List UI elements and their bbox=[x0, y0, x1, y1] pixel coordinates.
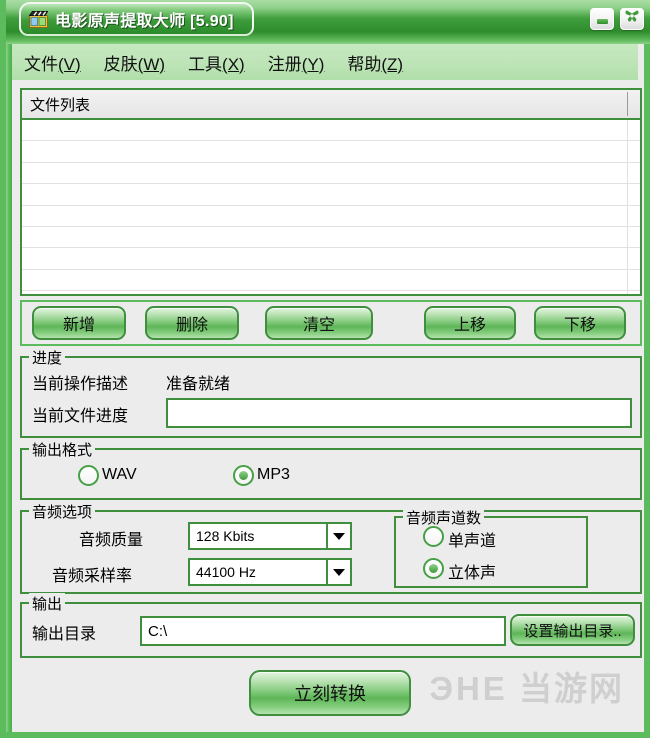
radio-mp3-label: MP3 bbox=[257, 466, 290, 483]
delete-button-label: 删除 bbox=[175, 317, 208, 334]
output-format-group: 输出格式 WAV MP3 bbox=[20, 439, 642, 500]
menu-item-register[interactable]: 注册(Y) bbox=[268, 48, 338, 77]
operation-description-value: 准备就绪 bbox=[166, 376, 231, 393]
audio-channels-group: 音频声道数 单声道 立体声 bbox=[394, 507, 588, 588]
move-down-button-label: 下移 bbox=[563, 317, 596, 334]
window-controls bbox=[590, 8, 644, 30]
list-action-toolbar: 新增 删除 清空 上移 下移 bbox=[20, 300, 642, 346]
audio-options-group: 音频选项 音频质量 128 Kbits 音频采样率 44100 Hz 音频声道数… bbox=[20, 501, 642, 594]
audio-samplerate-label: 音频采样率 bbox=[52, 568, 133, 585]
film-clapper-icon bbox=[28, 10, 49, 28]
chevron-down-icon[interactable] bbox=[326, 560, 350, 584]
convert-button[interactable]: 立刻转换 bbox=[249, 670, 411, 716]
close-icon bbox=[624, 9, 640, 29]
audio-channels-group-title: 音频声道数 bbox=[403, 507, 485, 528]
menu-accel-tools: (X) bbox=[222, 54, 245, 74]
audio-samplerate-select[interactable]: 44100 Hz bbox=[188, 558, 352, 586]
file-progress-label: 当前文件进度 bbox=[32, 408, 129, 425]
file-list[interactable]: 文件列表 bbox=[20, 88, 642, 296]
table-row[interactable] bbox=[22, 248, 640, 270]
audio-quality-label: 音频质量 bbox=[79, 532, 144, 549]
title-tab: 电影原声提取大师 [5.90] bbox=[19, 2, 254, 36]
menu-label-help: 帮助 bbox=[347, 54, 382, 74]
clear-button-label: 清空 bbox=[302, 317, 335, 334]
table-row[interactable] bbox=[22, 141, 640, 163]
radio-wav-label: WAV bbox=[102, 466, 137, 483]
main-content: 文件列表 新增 删除 清空 上移 下移 进度 当前操作描述 准备就绪 当前文件进… bbox=[12, 80, 642, 726]
audio-samplerate-value: 44100 Hz bbox=[196, 564, 256, 580]
menu-item-help[interactable]: 帮助(Z) bbox=[347, 48, 416, 77]
radio-mono[interactable] bbox=[423, 526, 444, 547]
close-button[interactable] bbox=[620, 8, 644, 30]
progress-group: 进度 当前操作描述 准备就绪 当前文件进度 bbox=[20, 347, 642, 438]
radio-stereo-label: 立体声 bbox=[448, 565, 497, 582]
application-window: 电影原声提取大师 [5.90] 文件(V) 皮肤(W) 工具(X) 注册(Y) … bbox=[0, 0, 650, 738]
output-dir-input[interactable]: C:\ bbox=[140, 616, 506, 646]
window-client: 文件(V) 皮肤(W) 工具(X) 注册(Y) 帮助(Z) 文件列表 新增 删除… bbox=[12, 44, 642, 726]
add-button[interactable]: 新增 bbox=[32, 306, 126, 340]
file-list-column-header: 文件列表 bbox=[30, 96, 91, 114]
menu-label-tools: 工具 bbox=[188, 54, 223, 74]
clear-button[interactable]: 清空 bbox=[265, 306, 373, 340]
menu-item-skin[interactable]: 皮肤(W) bbox=[104, 48, 178, 77]
convert-button-label: 立刻转换 bbox=[294, 684, 366, 704]
file-list-header: 文件列表 bbox=[22, 90, 640, 120]
title-bar: 电影原声提取大师 [5.90] bbox=[6, 0, 650, 44]
menu-label-register: 注册 bbox=[267, 54, 302, 74]
menu-item-tools[interactable]: 工具(X) bbox=[188, 48, 258, 77]
menu-accel-register: (Y) bbox=[301, 54, 325, 74]
radio-mp3[interactable] bbox=[233, 465, 254, 486]
watermark: ЭHE 当游网 bbox=[430, 662, 625, 710]
delete-button[interactable]: 删除 bbox=[145, 306, 239, 340]
radio-wav[interactable] bbox=[78, 465, 99, 486]
output-group-title: 输出 bbox=[29, 593, 66, 614]
watermark-site: 当游网 bbox=[519, 670, 624, 707]
table-row[interactable] bbox=[22, 270, 640, 292]
table-row[interactable] bbox=[22, 120, 640, 142]
column-resize-handle[interactable] bbox=[627, 92, 628, 116]
column-divider bbox=[627, 120, 628, 294]
table-row[interactable] bbox=[22, 184, 640, 206]
move-up-button[interactable]: 上移 bbox=[424, 306, 516, 340]
menu-accel-skin: (W) bbox=[137, 54, 166, 74]
move-down-button[interactable]: 下移 bbox=[534, 306, 626, 340]
progress-group-title: 进度 bbox=[29, 347, 66, 368]
table-row[interactable] bbox=[22, 206, 640, 227]
table-row[interactable] bbox=[22, 163, 640, 185]
audio-options-group-title: 音频选项 bbox=[29, 501, 96, 522]
watermark-brand: ЭHE bbox=[429, 670, 508, 707]
table-row[interactable] bbox=[22, 227, 640, 249]
minimize-button[interactable] bbox=[590, 8, 614, 30]
add-button-label: 新增 bbox=[62, 317, 95, 334]
audio-quality-select[interactable]: 128 Kbits bbox=[188, 522, 352, 550]
output-format-group-title: 输出格式 bbox=[29, 439, 96, 460]
window-title: 电影原声提取大师 [5.90] bbox=[55, 13, 234, 30]
operation-description-label: 当前操作描述 bbox=[32, 376, 129, 393]
move-up-button-label: 上移 bbox=[453, 317, 486, 334]
browse-output-dir-button[interactable]: 设置输出目录.. bbox=[510, 614, 635, 646]
file-progress-bar bbox=[166, 398, 632, 428]
menu-label-skin: 皮肤 bbox=[103, 54, 138, 74]
radio-stereo[interactable] bbox=[423, 558, 444, 579]
menu-accel-file: (V) bbox=[58, 54, 81, 74]
browse-output-dir-label: 设置输出目录.. bbox=[523, 622, 622, 640]
audio-quality-value: 128 Kbits bbox=[196, 528, 255, 544]
output-dir-label: 输出目录 bbox=[32, 626, 97, 643]
output-dir-value: C:\ bbox=[148, 622, 168, 640]
menu-bar: 文件(V) 皮肤(W) 工具(X) 注册(Y) 帮助(Z) bbox=[12, 44, 638, 80]
file-list-body[interactable] bbox=[22, 120, 640, 294]
radio-mono-label: 单声道 bbox=[448, 533, 497, 550]
menu-item-file[interactable]: 文件(V) bbox=[24, 48, 94, 77]
minimize-icon bbox=[596, 19, 608, 24]
menu-label-file: 文件 bbox=[24, 54, 58, 74]
output-group: 输出 输出目录 C:\ 设置输出目录.. bbox=[20, 593, 642, 658]
menu-accel-help: (Z) bbox=[381, 54, 404, 74]
chevron-down-icon[interactable] bbox=[326, 524, 350, 548]
